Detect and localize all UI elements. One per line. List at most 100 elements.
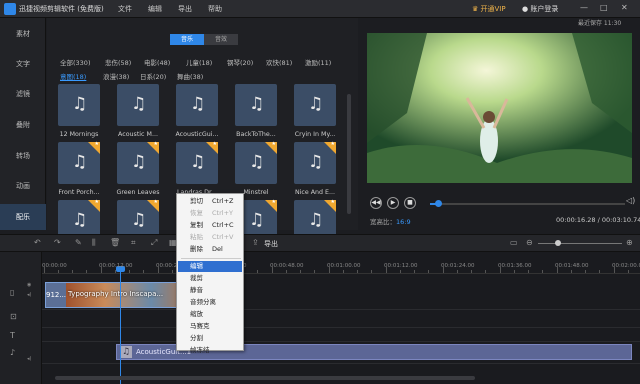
split-icon[interactable]: ⫼: [92, 238, 96, 248]
category-japanese[interactable]: 日系(20): [140, 71, 166, 81]
category-intent[interactable]: 意图(18): [60, 71, 86, 81]
zoom-slider[interactable]: [538, 243, 622, 244]
video-preview[interactable]: [367, 33, 632, 183]
music-track-tile[interactable]: ♫★: [58, 141, 100, 184]
music-track-tile[interactable]: ♫★: [235, 141, 277, 184]
crop-icon[interactable]: ⌗: [131, 238, 136, 248]
ruler-tick: [72, 270, 73, 273]
music-track-tile[interactable]: ♫: [176, 84, 218, 126]
ruler-tick: [528, 270, 529, 273]
vip-button[interactable]: ♛ 开通VIP: [472, 4, 506, 14]
category-movie[interactable]: 电影(48): [144, 57, 170, 67]
context-menu-item[interactable]: 分割: [178, 333, 242, 344]
menu-item-label: 裁剪: [190, 274, 203, 282]
category-all[interactable]: 全部(330): [60, 57, 90, 67]
ruler-time-label: 00:00:00: [42, 263, 67, 269]
maximize-icon[interactable]: □: [600, 3, 608, 12]
progress-knob[interactable]: [434, 200, 442, 207]
nav-item-filter[interactable]: 滤镜: [0, 81, 46, 107]
menu-help[interactable]: 帮助: [208, 4, 222, 14]
menu-item-shortcut: Ctrl+Y: [212, 209, 233, 217]
menu-edit[interactable]: 编辑: [148, 4, 162, 14]
category-dance[interactable]: 舞曲(38): [177, 71, 203, 81]
edit-icon[interactable]: ✎: [75, 238, 82, 247]
nav-item-transition[interactable]: 转场: [0, 143, 46, 169]
fit-icon[interactable]: ▭: [510, 238, 518, 247]
track-headers: ▯ ◉ ◂) ⊡ T ♪ ◂): [0, 252, 42, 384]
context-menu-item[interactable]: 剪切 Ctrl+Z: [178, 196, 242, 207]
context-menu-item[interactable]: 删除 Del: [178, 244, 242, 255]
timeline: ▯ ◉ ◂) ⊡ T ♪ ◂) 912... Typography Intro …: [0, 252, 640, 384]
stop-button[interactable]: ■: [404, 197, 416, 209]
context-menu-item[interactable]: 编辑: [178, 261, 242, 272]
export-icon[interactable]: ⇪: [252, 238, 259, 247]
menu-export[interactable]: 导出: [178, 4, 192, 14]
playhead[interactable]: [120, 268, 121, 384]
ruler-tick: [371, 270, 372, 273]
nav-item-material[interactable]: 素材: [0, 21, 46, 47]
tab-sound-effects[interactable]: 音效: [204, 34, 238, 45]
track-name: Green Leaves: [116, 189, 160, 196]
ruler-tick: [542, 270, 543, 273]
music-note-icon: ♫: [131, 94, 147, 114]
timecode: 00:00:16.28 / 00:03:10.74: [556, 216, 640, 224]
aspect-ratio[interactable]: 宽高比：16:9: [370, 216, 411, 226]
login-button[interactable]: ● 账户登录: [522, 4, 558, 14]
nav-item-overlay[interactable]: 叠附: [0, 112, 46, 138]
library-scrollbar[interactable]: [347, 94, 351, 214]
context-menu-item[interactable]: 帧冻结: [178, 345, 242, 356]
music-track-tile[interactable]: ♫★: [294, 141, 336, 184]
zoom-slider-knob[interactable]: [555, 240, 562, 246]
category-romantic[interactable]: 浪漫(38): [103, 71, 129, 81]
prev-frame-button[interactable]: ◀◀: [370, 197, 382, 209]
close-icon[interactable]: ✕: [621, 3, 628, 12]
track-name: 12 Mornings: [59, 131, 99, 138]
ruler-tick: [58, 270, 59, 273]
redo-icon[interactable]: ↷: [54, 238, 61, 247]
music-note-icon: ♫: [249, 210, 265, 230]
context-menu-item[interactable]: 静音: [178, 285, 242, 296]
play-button[interactable]: ▶: [387, 197, 399, 209]
tab-music[interactable]: 音乐: [170, 34, 204, 45]
category-happy[interactable]: 欢快(81): [266, 57, 292, 67]
volume-icon[interactable]: ◁): [626, 196, 635, 205]
music-track-tile[interactable]: ♫: [235, 84, 277, 126]
minimize-icon[interactable]: —: [580, 3, 588, 12]
music-track-tile[interactable]: ♫★: [176, 141, 218, 184]
menu-file[interactable]: 文件: [118, 4, 132, 14]
nav-item-text[interactable]: 文字: [0, 51, 46, 77]
delete-icon[interactable]: 🗑: [110, 238, 120, 247]
music-track-tile[interactable]: ♫: [294, 84, 336, 126]
context-menu-item[interactable]: 复制 Ctrl+C: [178, 220, 242, 231]
track-mute-icon[interactable]: ◂): [27, 292, 31, 298]
music-track-tile[interactable]: ♫: [117, 84, 159, 126]
menu-item-label: 复制: [190, 221, 203, 229]
left-nav: 素材 文字 滤镜 叠附 转场 动画 配乐: [0, 18, 46, 230]
track-eye-icon[interactable]: ◉: [27, 282, 31, 288]
zoom-in-icon[interactable]: ⊕: [626, 238, 633, 247]
nav-item-animation[interactable]: 动画: [0, 173, 46, 199]
audio-clip-icon: ♫: [120, 346, 132, 358]
playback-progress-bar[interactable]: [430, 200, 625, 207]
music-mute-icon[interactable]: ◂): [27, 356, 31, 362]
track-name: Nice And E...: [294, 189, 336, 196]
category-motivation[interactable]: 激励(11): [305, 57, 331, 67]
context-menu-item[interactable]: 音频分离: [178, 297, 242, 308]
context-menu-item[interactable]: 裁剪: [178, 273, 242, 284]
nav-item-music[interactable]: 配乐: [0, 204, 46, 230]
export-button[interactable]: 导出: [264, 239, 278, 249]
zoom-out-icon[interactable]: ⊖: [526, 238, 533, 247]
context-menu-item[interactable]: 缩放: [178, 309, 242, 320]
category-sad[interactable]: 悲伤(58): [105, 57, 131, 67]
context-menu-item[interactable]: 马赛克: [178, 321, 242, 332]
category-kids[interactable]: 儿童(18): [186, 57, 212, 67]
music-track-tile[interactable]: ♫: [58, 84, 100, 126]
category-piano[interactable]: 钢琴(20): [227, 57, 253, 67]
ruler-tick: [343, 270, 344, 273]
timeline-scrollbar[interactable]: [55, 376, 475, 380]
undo-icon[interactable]: ↶: [34, 238, 41, 247]
menu-item-label: 恢复: [190, 209, 203, 217]
crown-icon: ♛: [472, 5, 481, 13]
zoom-tool-icon[interactable]: ⤢: [151, 238, 157, 248]
music-track-tile[interactable]: ♫★: [117, 141, 159, 184]
